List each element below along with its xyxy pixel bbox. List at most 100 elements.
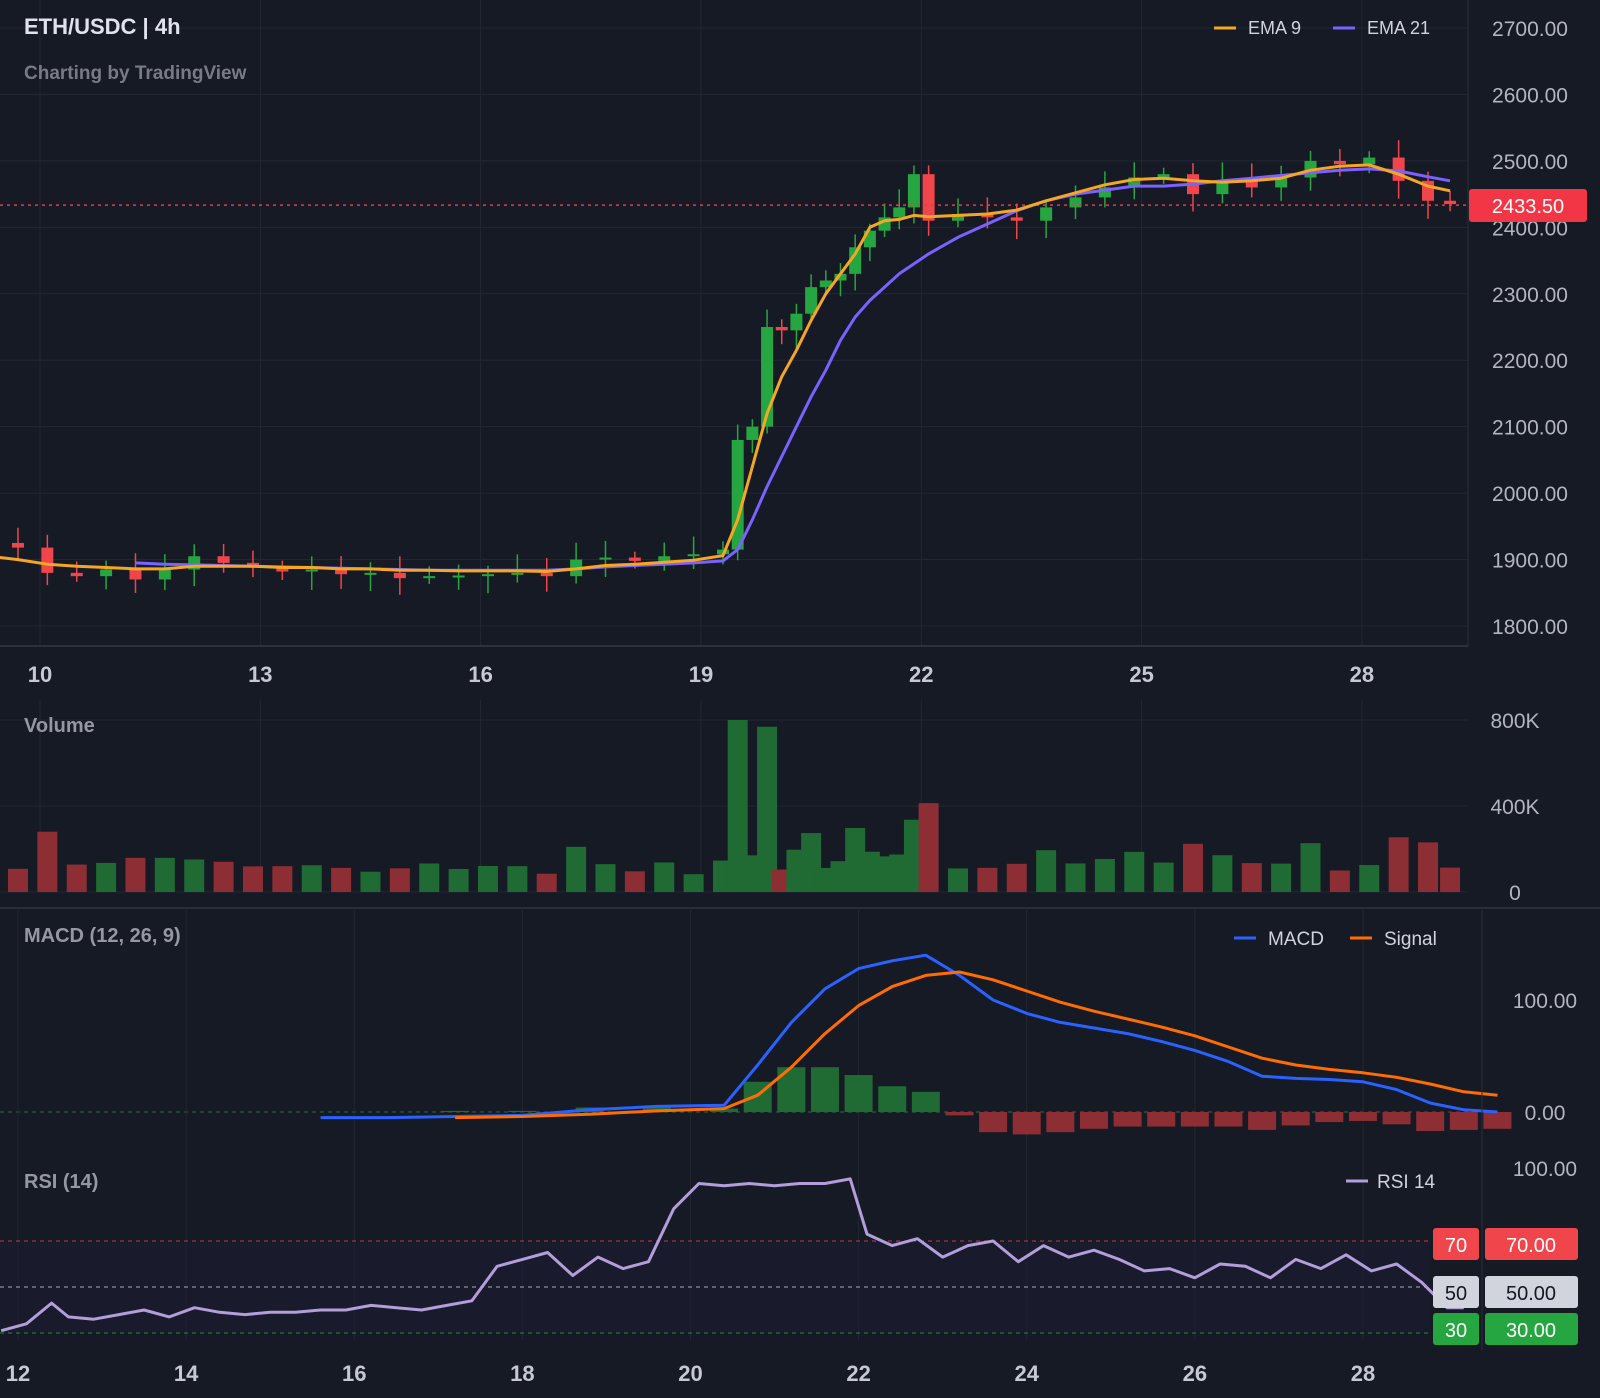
volume-bar bbox=[1006, 863, 1027, 892]
volume-bar bbox=[1271, 863, 1292, 892]
time-axis-tick-label: 10 bbox=[28, 662, 52, 687]
candle-body bbox=[775, 327, 788, 331]
macd-histogram-bar bbox=[1348, 1112, 1377, 1121]
candle-body bbox=[481, 574, 494, 577]
macd-histogram-bar bbox=[844, 1075, 873, 1112]
time-axis-tick-label: 28 bbox=[1350, 662, 1374, 687]
candle-body bbox=[1333, 160, 1346, 165]
macd-histogram-bar bbox=[1382, 1112, 1411, 1125]
price-axis-tick-label: 1900.00 bbox=[1492, 550, 1568, 573]
volume-bar bbox=[507, 866, 528, 892]
candle-body bbox=[790, 313, 803, 331]
candle-body bbox=[1010, 217, 1023, 221]
volume-bar bbox=[1388, 837, 1409, 892]
candle-body bbox=[658, 556, 671, 561]
macd-legend-label: MACD bbox=[1268, 929, 1324, 950]
volume-bar bbox=[1153, 862, 1174, 892]
tradingview-credit: Charting by TradingView bbox=[24, 63, 247, 84]
macd-histogram-bar bbox=[979, 1112, 1008, 1133]
candle-body bbox=[687, 554, 700, 557]
volume-bar bbox=[125, 857, 146, 892]
candle-body bbox=[11, 542, 24, 548]
volume-bar bbox=[242, 866, 263, 892]
volume-bar bbox=[1124, 851, 1145, 892]
candle-body bbox=[452, 575, 465, 578]
candle-body bbox=[1444, 200, 1457, 205]
candle-body bbox=[746, 426, 759, 440]
macd-histogram-bar bbox=[1214, 1112, 1243, 1127]
volume-bar bbox=[184, 859, 205, 892]
candle-body bbox=[70, 572, 83, 577]
volume-bar bbox=[1440, 867, 1461, 892]
rsi-50-right-label: 50.00 bbox=[1506, 1283, 1556, 1305]
macd-histogram-bar bbox=[1416, 1112, 1445, 1132]
price-axis-tick-label: 2300.00 bbox=[1492, 284, 1568, 307]
macd-histogram-bar bbox=[1483, 1112, 1512, 1129]
volume-bar bbox=[154, 857, 175, 892]
volume-bar bbox=[1065, 863, 1086, 892]
volume-bar bbox=[1300, 843, 1321, 892]
macd-histogram-bar bbox=[441, 1110, 470, 1112]
candle-body bbox=[511, 572, 524, 575]
price-axis-tick-label: 2600.00 bbox=[1492, 84, 1568, 107]
candle-body bbox=[628, 557, 641, 561]
volume-bar bbox=[1212, 855, 1233, 892]
rsi-50-left-label: 50 bbox=[1445, 1283, 1467, 1305]
volume-bar bbox=[37, 831, 58, 892]
volume-bar bbox=[360, 871, 381, 892]
volume-bar bbox=[66, 864, 87, 892]
candle-body bbox=[540, 572, 553, 577]
ema21-legend-label: EMA 21 bbox=[1367, 18, 1430, 38]
macd-axis-tick-label: 0.00 bbox=[1525, 1102, 1566, 1125]
volume-bar bbox=[389, 868, 410, 892]
candle-body bbox=[129, 569, 142, 580]
volume-bar bbox=[918, 803, 939, 892]
volume-bar bbox=[301, 865, 322, 892]
volume-bar bbox=[977, 867, 998, 892]
volume-title: Volume bbox=[24, 715, 95, 737]
lower-time-axis-tick-label: 12 bbox=[6, 1361, 30, 1386]
lower-time-axis-tick-label: 28 bbox=[1351, 1361, 1375, 1386]
chart-background bbox=[0, 0, 1600, 1398]
volume-bar bbox=[1241, 863, 1262, 892]
candle-body bbox=[1040, 207, 1053, 221]
volume-bar bbox=[595, 864, 616, 892]
macd-histogram-bar bbox=[945, 1112, 974, 1116]
time-axis-tick-label: 19 bbox=[689, 662, 713, 687]
time-axis-tick-label: 16 bbox=[468, 662, 492, 687]
lower-time-axis-tick-label: 18 bbox=[510, 1361, 534, 1386]
macd-title: MACD (12, 26, 9) bbox=[24, 925, 181, 947]
ema9-legend-label: EMA 9 bbox=[1248, 18, 1301, 38]
candle-body bbox=[364, 572, 377, 575]
volume-bar bbox=[624, 871, 645, 892]
chart-svg: 2700.00 2600.00 2500.00 24 0 0.00 2300.00 2200.… bbox=[0, 0, 1600, 1398]
macd-histogram-bar bbox=[1079, 1112, 1108, 1129]
macd-histogram-bar bbox=[1281, 1112, 1310, 1126]
volume-axis-tick-label: 400K bbox=[1490, 796, 1539, 819]
volume-bar bbox=[331, 867, 352, 892]
macd-histogram-bar bbox=[878, 1086, 907, 1112]
macd-histogram-bar bbox=[911, 1091, 940, 1112]
current-price-label: 2433.50 bbox=[1492, 196, 1564, 218]
macd-histogram-bar bbox=[810, 1067, 839, 1112]
volume-bar bbox=[448, 868, 469, 892]
candle-body bbox=[158, 569, 171, 580]
price-axis-tick-label: 2000.00 bbox=[1492, 483, 1568, 506]
lower-time-axis-tick-label: 26 bbox=[1183, 1361, 1207, 1386]
rsi-70-left-label: 70 bbox=[1445, 1235, 1467, 1257]
candle-body bbox=[423, 576, 436, 579]
volume-axis-tick-label: 0 bbox=[1509, 882, 1521, 905]
volume-bar bbox=[948, 868, 968, 892]
candle-body bbox=[893, 207, 906, 218]
macd-histogram-bar bbox=[1147, 1112, 1176, 1127]
volume-bar bbox=[654, 862, 675, 892]
rsi-30-right-label: 30.00 bbox=[1506, 1320, 1556, 1342]
rsi-level-tags: 70 70.00 50 50.00 30 30.00 bbox=[1433, 1228, 1578, 1345]
macd-histogram-bar bbox=[1046, 1112, 1075, 1133]
rsi-title: RSI (14) bbox=[24, 1171, 98, 1193]
volume-bar bbox=[419, 863, 440, 892]
rsi-axis-top-label: 100.00 bbox=[1513, 1158, 1577, 1181]
price-axis-tick-label: 2500.00 bbox=[1492, 151, 1568, 174]
price-axis-tick-label: 2200.00 bbox=[1492, 350, 1568, 373]
time-axis-tick-label: 22 bbox=[909, 662, 933, 687]
